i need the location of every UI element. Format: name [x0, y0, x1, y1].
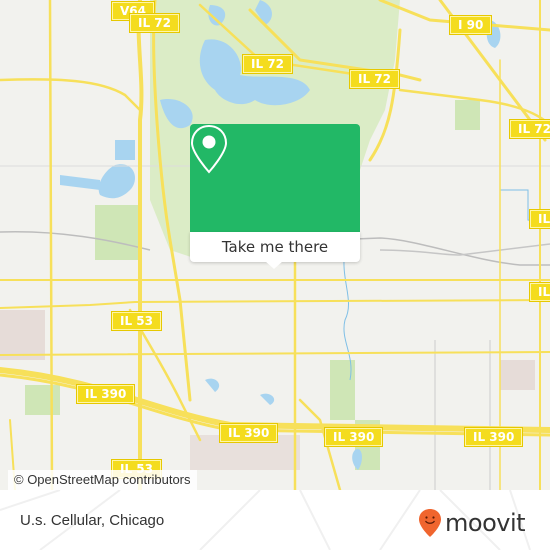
road-label-il390: IL 390: [218, 423, 279, 443]
residential-area: [0, 310, 45, 360]
map-pin-icon: [190, 124, 228, 174]
residential-area: [500, 360, 535, 390]
lake: [98, 164, 135, 199]
popup-header[interactable]: [190, 124, 360, 232]
map[interactable]: V64 IL 72 IL 72 IL 72 IL 72 I 90 IL 53 I…: [0, 0, 550, 490]
road-label-il72: IL 72: [129, 13, 180, 33]
moovit-logo[interactable]: moovit: [418, 508, 526, 538]
road-label-il390: IL 390: [323, 427, 384, 447]
take-me-there-button[interactable]: Take me there: [190, 232, 360, 262]
location-popup[interactable]: Take me there: [190, 124, 360, 269]
road-label-i90: I 90: [448, 15, 493, 35]
map-attribution[interactable]: © OpenStreetMap contributors: [8, 470, 197, 490]
road-label-il53: IL 53: [111, 311, 162, 331]
road-label-il: IL: [528, 209, 550, 229]
minor-road: [434, 340, 491, 490]
road-label-il72: IL 72: [349, 69, 400, 89]
lake: [60, 175, 100, 190]
road-label-il72: IL 72: [242, 54, 293, 74]
pond: [260, 393, 275, 405]
road-label-il390: IL 390: [463, 427, 524, 447]
park-area: [25, 385, 60, 415]
moovit-pin-icon: [419, 509, 441, 537]
road-label-il: IL: [528, 282, 550, 302]
park-area: [95, 205, 140, 260]
park-area: [455, 100, 480, 130]
road-label-il390: IL 390: [75, 384, 136, 404]
popup-pointer: [265, 261, 283, 269]
minor-road: [379, 243, 550, 256]
take-me-there-label: Take me there: [221, 238, 329, 256]
moovit-wordmark: moovit: [445, 509, 526, 537]
footer: U.s. Cellular, Chicago moovit: [0, 490, 550, 550]
place-name: U.s. Cellular, Chicago: [20, 512, 165, 529]
pond: [205, 378, 220, 392]
road-label-il72: IL 72: [509, 119, 550, 139]
lake: [115, 140, 135, 160]
